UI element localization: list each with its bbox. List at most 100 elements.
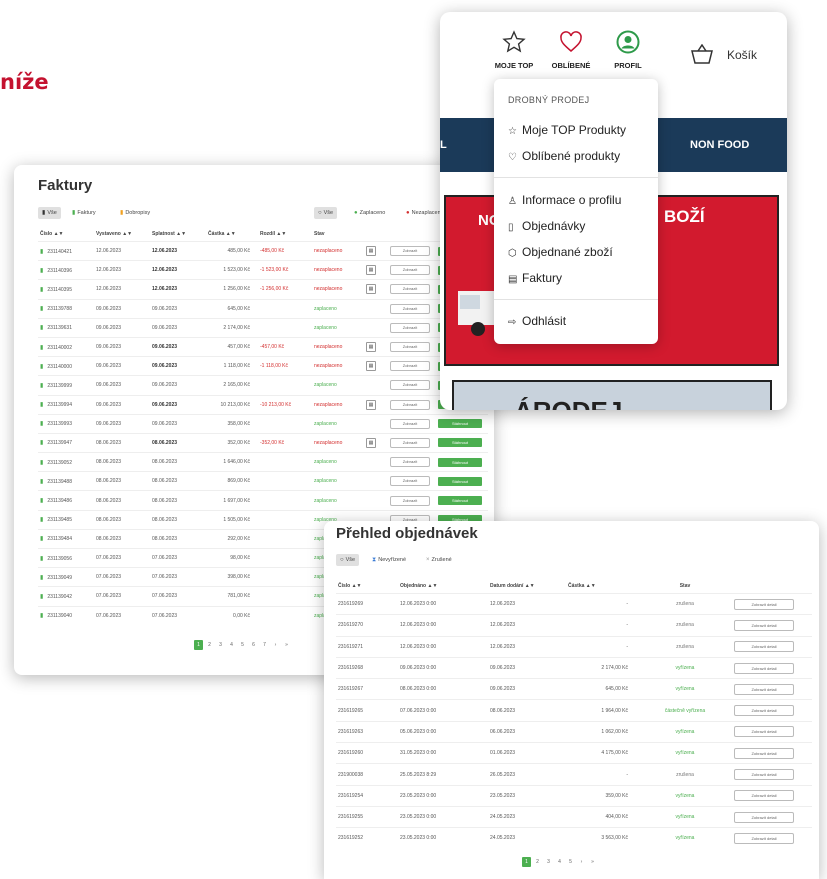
invoice-number[interactable]: 231139040 [47,613,72,619]
show-button[interactable]: Zobrazit [390,322,430,333]
invoice-number[interactable]: 231139631 [47,325,72,331]
pay-qr-button[interactable]: ▦ [366,342,376,353]
basket-label[interactable]: Košík [727,48,757,62]
menu-item-orders[interactable]: ▯ Objednávky [508,219,585,233]
show-button[interactable]: Zobrazit [390,437,430,448]
invoice-number[interactable]: 231139488 [47,479,72,485]
show-detail-button[interactable]: Zobrazit detail [734,726,794,738]
pay-qr-button[interactable]: ▦ [366,437,376,448]
col-number[interactable]: Číslo ▲▼ [336,579,398,594]
download-button[interactable]: Stáhnout [438,419,482,429]
page-link[interactable]: 4 [227,640,236,650]
menu-item-logout[interactable]: ⇨ Odhlásit [508,314,566,328]
show-button[interactable]: Zobrazit [390,303,430,314]
menu-item-favourites[interactable]: ♡ Oblíbené produkty [508,149,620,163]
invoice-number[interactable]: 231139056 [47,556,72,562]
cell-number[interactable]: 231900038 [336,763,398,786]
invoice-number[interactable]: 231139049 [47,575,72,581]
page-link[interactable]: 5 [238,640,247,650]
invoice-number[interactable]: 231139042 [47,594,72,600]
category-item[interactable]: L [440,139,447,151]
show-button[interactable]: Zobrazit [390,476,430,487]
show-detail-button[interactable]: Zobrazit detail [734,641,794,653]
show-detail-button[interactable]: Zobrazit detail [734,769,794,781]
invoice-number[interactable]: 231139485 [47,517,72,523]
filter-paid[interactable]: ● Zaplaceno [350,207,389,219]
col-difference[interactable]: Rozdíl ▲▼ [258,227,312,242]
invoice-number[interactable]: 231139486 [47,498,72,504]
promo-banner-2[interactable]: ÁRODEJ [452,380,772,410]
cell-number[interactable]: 231619270 [336,614,398,637]
nav-favourites[interactable]: OBLÍBENÉ [543,30,599,70]
invoice-number[interactable]: 231140395 [47,287,72,293]
page-link[interactable]: 3 [544,857,553,867]
page-link[interactable]: › [271,640,280,650]
page-link[interactable]: » [588,857,597,867]
menu-item-profile-info[interactable]: ♙ Informace o profilu [508,193,621,207]
menu-item-ordered-goods[interactable]: ⬡ Objednané zboží [508,245,613,259]
show-detail-button[interactable]: Zobrazit detail [734,598,794,610]
col-ordered[interactable]: Objednáno ▲▼ [398,579,488,594]
invoice-number[interactable]: 231139788 [47,306,72,312]
show-button[interactable]: Zobrazit [390,457,430,468]
filter-all[interactable]: ▮ Vše [38,207,61,219]
nav-moje-top[interactable]: MOJE TOP [486,30,542,70]
cell-number[interactable]: 231619268 [336,656,398,679]
show-detail-button[interactable]: Zobrazit detail [734,662,794,674]
show-button[interactable]: Zobrazit [390,284,430,295]
show-button[interactable]: Zobrazit [390,361,430,372]
category-non-food[interactable]: NON FOOD [690,139,749,151]
menu-item-invoices[interactable]: ▤ Faktury [508,271,562,285]
col-issued[interactable]: Vystaveno ▲▼ [94,227,150,242]
pay-qr-button[interactable]: ▦ [366,361,376,372]
invoice-number[interactable]: 231140000 [47,364,72,370]
pay-qr-button[interactable]: ▦ [366,284,376,295]
cell-number[interactable]: 231619267 [336,678,398,700]
page-link[interactable]: » [282,640,291,650]
page-link[interactable]: 7 [260,640,269,650]
show-detail-button[interactable]: Zobrazit detail [734,705,794,717]
cell-number[interactable]: 231619255 [336,805,398,828]
cell-number[interactable]: 231619265 [336,699,398,722]
show-button[interactable]: Zobrazit [390,246,430,257]
download-button[interactable]: Stáhnout [438,457,482,467]
show-button[interactable]: Zobrazit [390,342,430,353]
show-button[interactable]: Zobrazit [390,418,430,429]
download-button[interactable]: Stáhnout [438,438,482,448]
invoice-number[interactable]: 231140002 [47,345,72,351]
orders-filter-cancelled[interactable]: × Zrušené [422,554,456,566]
invoice-number[interactable]: 231140421 [47,249,72,255]
page-link[interactable]: 3 [216,640,225,650]
filter-status-all[interactable]: ○ Vše [314,207,338,219]
show-detail-button[interactable]: Zobrazit detail [734,811,794,823]
col-delivery[interactable]: Datum dodání ▲▼ [488,579,566,594]
cell-number[interactable]: 231619263 [336,720,398,743]
page-link[interactable]: 2 [533,857,542,867]
invoice-number[interactable]: 231139484 [47,536,72,542]
show-button[interactable]: Zobrazit [390,265,430,276]
cell-number[interactable]: 231619271 [336,635,398,658]
col-number[interactable]: Číslo ▲▼ [38,227,94,242]
show-detail-button[interactable]: Zobrazit detail [734,790,794,802]
page-link[interactable]: 1 [194,640,203,650]
orders-filter-pending[interactable]: ⧗ Nevyřízené [368,554,410,566]
show-button[interactable]: Zobrazit [390,495,430,506]
show-detail-button[interactable]: Zobrazit detail [734,619,794,631]
page-link[interactable]: 2 [205,640,214,650]
orders-filter-all[interactable]: ○ Vše [336,554,360,566]
menu-item-top-products[interactable]: ☆ Moje TOP Produkty [508,123,626,137]
col-amount[interactable]: Částka ▲▼ [566,579,636,594]
download-button[interactable]: Stáhnout [438,496,482,506]
cell-number[interactable]: 231619269 [336,592,398,615]
page-link[interactable]: 6 [249,640,258,650]
show-detail-button[interactable]: Zobrazit detail [734,747,794,759]
cell-number[interactable]: 231619260 [336,742,398,764]
cell-number[interactable]: 231619252 [336,827,398,849]
show-detail-button[interactable]: Zobrazit detail [734,832,794,844]
download-button[interactable]: Stáhnout [438,476,482,486]
pay-qr-button[interactable]: ▦ [366,399,376,410]
show-button[interactable]: Zobrazit [390,399,430,410]
show-detail-button[interactable]: Zobrazit detail [734,683,794,695]
pay-qr-button[interactable]: ▦ [366,246,376,257]
filter-credit-notes[interactable]: ▮ Dobropisy [116,207,154,219]
